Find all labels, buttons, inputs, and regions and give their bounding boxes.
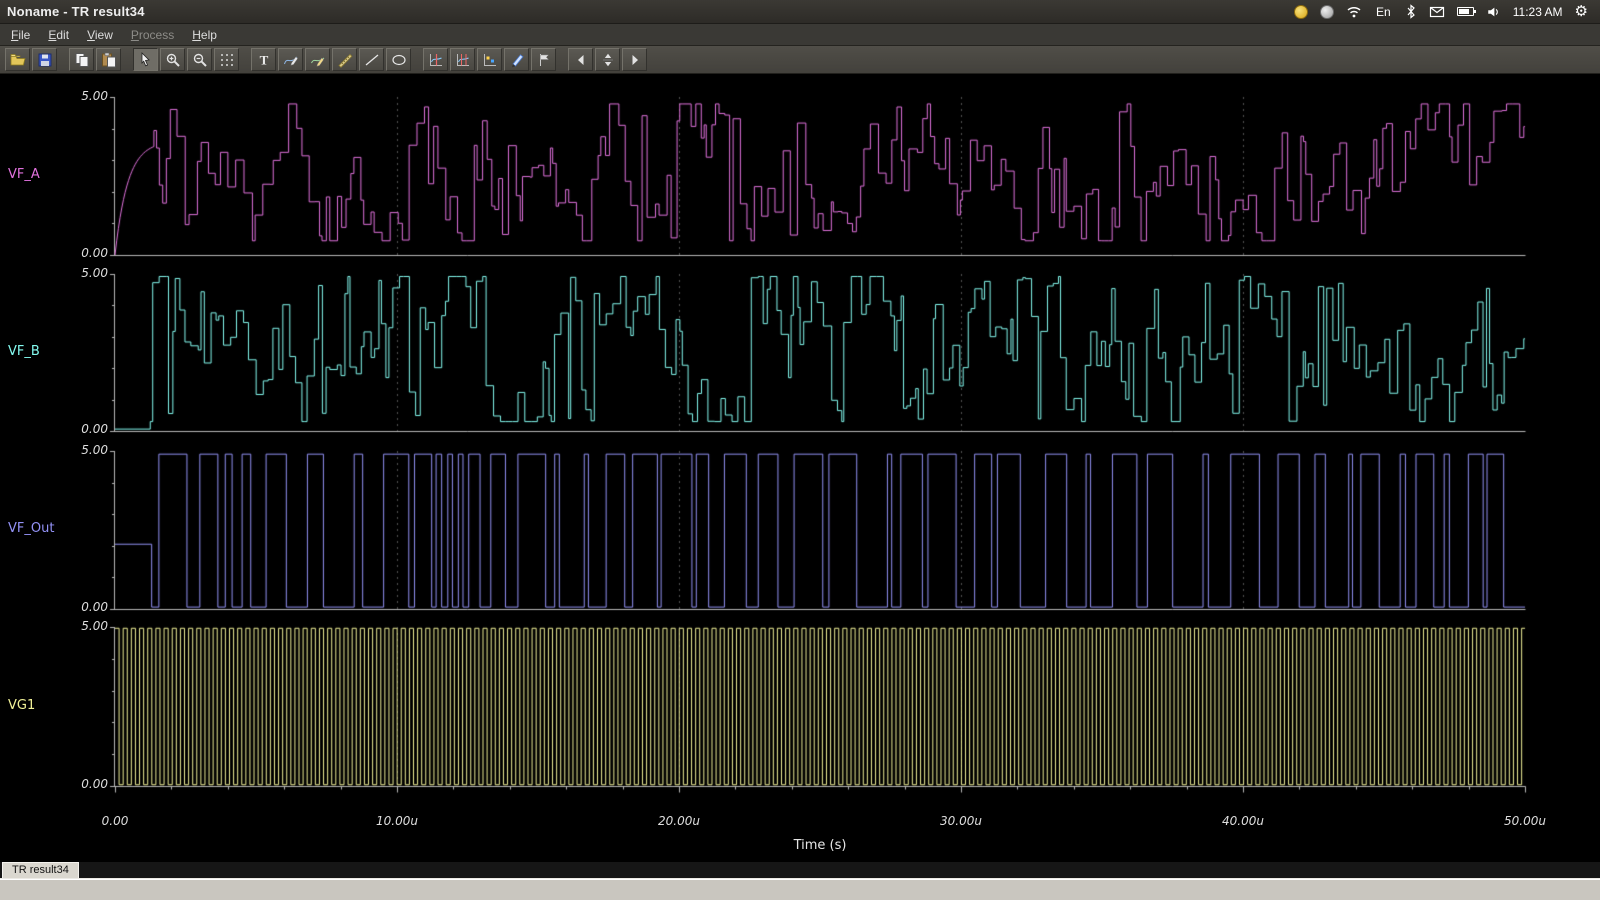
signal-label-vg1: VG1 (8, 698, 35, 713)
line-icon (364, 52, 380, 68)
signal-label-vf_out: VF_Out (8, 521, 54, 536)
zoom-out-button[interactable] (187, 48, 212, 71)
signal-label-vf_b: VF_B (8, 344, 40, 359)
curve-spinner-icon (600, 52, 616, 68)
text-icon: T (256, 52, 272, 68)
x-tick-label: 40.00u (1208, 814, 1278, 828)
pen-blue-button[interactable] (504, 48, 529, 71)
copy-icon (74, 52, 90, 68)
toolbar-separator (59, 59, 67, 60)
pen-a-icon (283, 52, 299, 68)
window-title: Noname - TR result34 (0, 4, 145, 19)
menu-help[interactable]: Help (183, 25, 226, 45)
x-axis-title: Time (s) (760, 838, 880, 853)
paste-icon (101, 52, 117, 68)
zoom-in-icon (165, 52, 181, 68)
menubar: FileEditViewProcessHelp (0, 24, 1600, 46)
y-axis-min-label: 0.00 (60, 777, 108, 791)
result-tab-strip: TR result34 (0, 862, 1600, 878)
x-tick-label: 20.00u (644, 814, 714, 828)
pen-a-button[interactable] (278, 48, 303, 71)
x-tick-label: 30.00u (926, 814, 996, 828)
statusbar (0, 878, 1600, 900)
prev-curve-icon (573, 52, 589, 68)
cursor-a-icon (428, 52, 444, 68)
y-axis-min-label: 0.00 (60, 422, 108, 436)
next-curve-button[interactable] (622, 48, 647, 71)
pen-b-icon (310, 52, 326, 68)
svg-text:T: T (259, 52, 268, 67)
pen-b-button[interactable] (305, 48, 330, 71)
text-button[interactable]: T (251, 48, 276, 71)
menu-view[interactable]: View (78, 25, 122, 45)
marker-button[interactable] (531, 48, 556, 71)
ruler-button[interactable] (332, 48, 357, 71)
x-tick-label: 0.00 (80, 814, 150, 828)
y-axis-max-label: 5.00 (60, 89, 108, 103)
toolbar-separator (123, 59, 131, 60)
waveform-viewer: 5.00 0.00 VF_A 5.00 0.00 VF_B 5.00 0.00 VF_Out 5.… (0, 74, 1600, 862)
grid-button[interactable] (214, 48, 239, 71)
menu-file[interactable]: File (2, 25, 39, 45)
open-icon (10, 52, 26, 68)
autoscale-icon (482, 52, 498, 68)
cursor-b-button[interactable] (450, 48, 475, 71)
line-button[interactable] (359, 48, 384, 71)
copy-button[interactable] (69, 48, 94, 71)
y-axis-max-label: 5.00 (60, 266, 108, 280)
session-gear-icon[interactable]: ⚙ (1575, 4, 1588, 19)
menu-process: Process (122, 25, 183, 45)
keyring-icon[interactable] (1294, 5, 1308, 19)
cursor-a-button[interactable] (423, 48, 448, 71)
keyboard-layout-indicator[interactable]: En (1374, 5, 1393, 19)
volume-icon[interactable] (1486, 5, 1501, 19)
indicator-icon[interactable] (1320, 5, 1334, 19)
wifi-icon[interactable] (1346, 4, 1362, 20)
y-axis-min-label: 0.00 (60, 246, 108, 260)
top-panel: Noname - TR result34 En 11:23 AM ⚙ (0, 0, 1600, 24)
y-axis-min-label: 0.00 (60, 600, 108, 614)
marker-icon (536, 52, 552, 68)
ellipse-button[interactable] (386, 48, 411, 71)
toolbar-separator (241, 59, 249, 60)
toolbar-separator (413, 59, 421, 60)
prev-curve-button[interactable] (568, 48, 593, 71)
next-curve-icon (627, 52, 643, 68)
save-icon (37, 52, 53, 68)
y-axis-max-label: 5.00 (60, 443, 108, 457)
toolbar: T (0, 46, 1600, 74)
grid-icon (219, 52, 235, 68)
cursor-icon (138, 52, 154, 68)
paste-button[interactable] (96, 48, 121, 71)
y-axis-max-label: 5.00 (60, 619, 108, 633)
bluetooth-icon[interactable] (1405, 4, 1417, 19)
autoscale-button[interactable] (477, 48, 502, 71)
ellipse-icon (391, 52, 407, 68)
menu-edit[interactable]: Edit (39, 25, 78, 45)
cursor-b-icon (455, 52, 471, 68)
save-button[interactable] (32, 48, 57, 71)
result-tab[interactable]: TR result34 (2, 862, 79, 878)
pen-blue-icon (509, 52, 525, 68)
open-button[interactable] (5, 48, 30, 71)
toolbar-separator (558, 59, 566, 60)
curve-spinner-button[interactable] (595, 48, 620, 71)
mail-icon[interactable] (1429, 5, 1445, 19)
x-tick-label: 10.00u (362, 814, 432, 828)
zoom-in-button[interactable] (160, 48, 185, 71)
x-tick-label: 50.00u (1490, 814, 1560, 828)
clock[interactable]: 11:23 AM (1513, 5, 1563, 19)
zoom-out-icon (192, 52, 208, 68)
ruler-icon (337, 52, 353, 68)
waveform-canvas[interactable] (0, 74, 1600, 862)
system-tray: En 11:23 AM ⚙ (1294, 4, 1600, 20)
signal-label-vf_a: VF_A (8, 167, 40, 182)
battery-icon[interactable] (1457, 7, 1474, 16)
cursor-button[interactable] (133, 48, 158, 71)
